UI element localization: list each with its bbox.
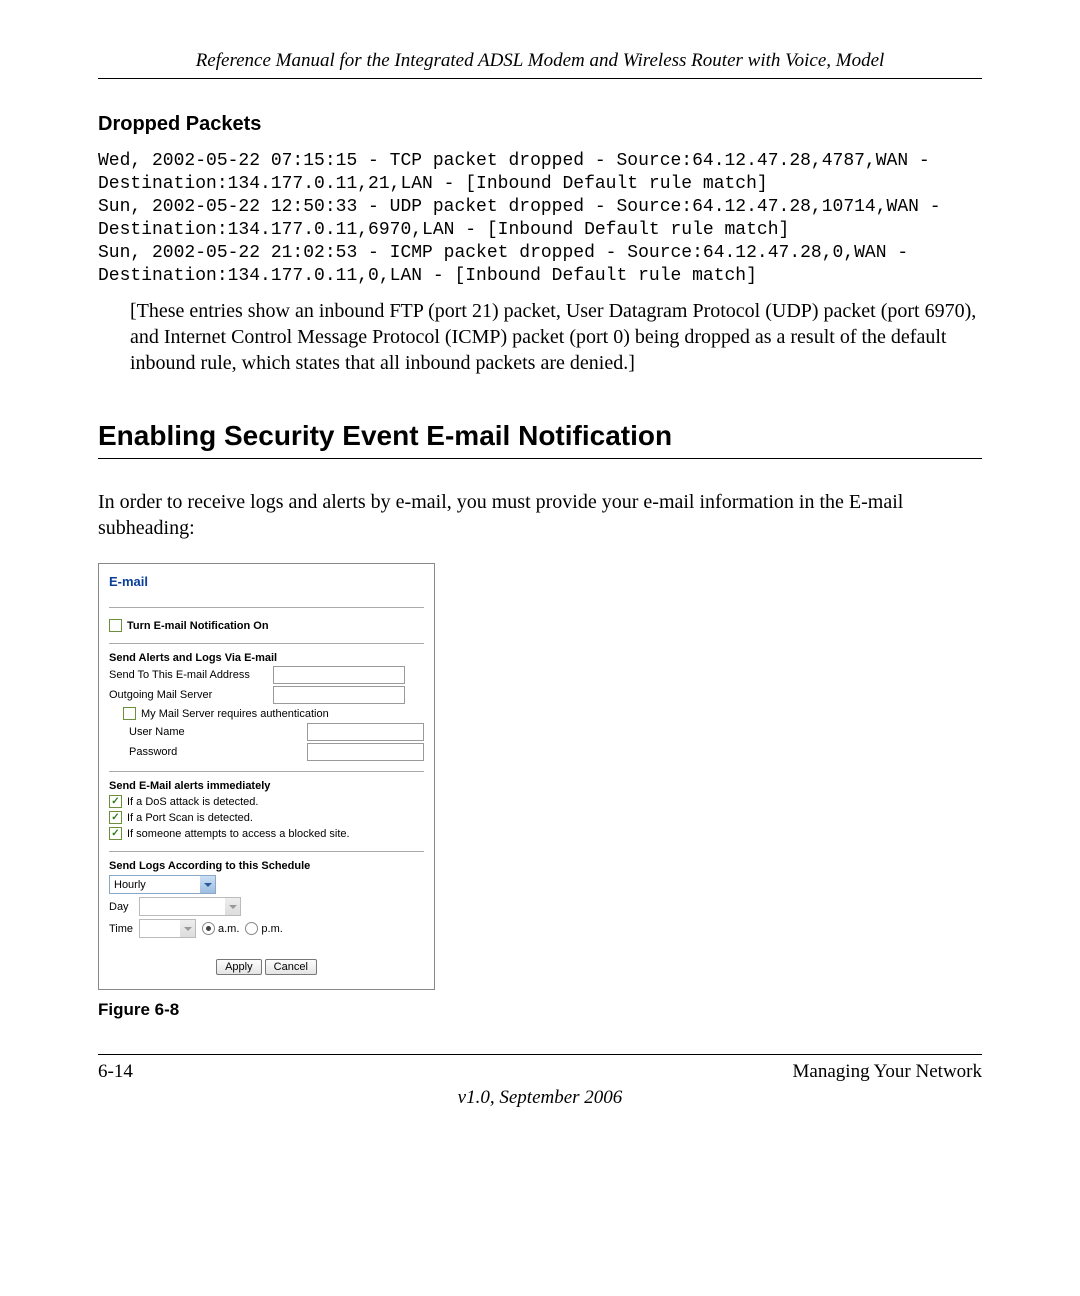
chevron-down-icon [200,876,215,893]
pm-label: p.m. [261,923,282,935]
blocked-site-checkbox[interactable] [109,827,122,840]
send-to-email-input[interactable] [273,666,405,684]
dropped-packets-explanation: [These entries show an inbound FTP (port… [130,298,982,376]
panel-heading-email: E-mail [99,564,434,607]
chevron-down-icon [180,920,195,937]
outgoing-server-input[interactable] [273,686,405,704]
alerts-heading: Send E-Mail alerts immediately [109,780,424,792]
email-settings-panel: E-mail Turn E-mail Notification On Send … [98,563,435,990]
footer-page-number: 6-14 [98,1061,133,1083]
username-label: User Name [129,726,303,738]
outgoing-server-label: Outgoing Mail Server [109,689,269,701]
time-dropdown[interactable] [139,919,196,938]
day-dropdown[interactable] [139,897,241,916]
blocked-site-label: If someone attempts to access a blocked … [127,828,350,840]
section-intro-text: In order to receive logs and alerts by e… [98,489,982,541]
schedule-dropdown[interactable]: Hourly [109,875,216,894]
portscan-label: If a Port Scan is detected. [127,812,253,824]
send-to-label: Send To This E-mail Address [109,669,269,681]
page-footer: 6-14 Managing Your Network v1.0, Septemb… [98,1054,982,1109]
pm-radio[interactable] [245,922,258,935]
dos-label: If a DoS attack is detected. [127,796,258,808]
section-title-email-notification: Enabling Security Event E-mail Notificat… [98,420,982,459]
dropped-packets-log: Wed, 2002-05-22 07:15:15 - TCP packet dr… [98,150,982,288]
username-input[interactable] [307,723,424,741]
turn-email-on-checkbox[interactable] [109,619,122,632]
page-header-title: Reference Manual for the Integrated ADSL… [98,50,982,79]
dos-checkbox[interactable] [109,795,122,808]
dropped-packets-heading: Dropped Packets [98,113,982,136]
auth-required-checkbox[interactable] [123,707,136,720]
am-label: a.m. [218,923,239,935]
time-label: Time [109,923,139,935]
figure-caption: Figure 6-8 [98,1000,982,1020]
chevron-down-icon [225,898,240,915]
footer-version: v1.0, September 2006 [98,1087,982,1109]
send-via-heading: Send Alerts and Logs Via E-mail [109,652,424,664]
apply-button[interactable]: Apply [216,959,262,975]
cancel-button[interactable]: Cancel [265,959,317,975]
password-label: Password [129,746,303,758]
turn-email-on-label: Turn E-mail Notification On [127,620,269,632]
password-input[interactable] [307,743,424,761]
am-radio[interactable] [202,922,215,935]
footer-section-name: Managing Your Network [793,1061,982,1083]
schedule-heading: Send Logs According to this Schedule [109,860,424,872]
auth-required-label: My Mail Server requires authentication [141,708,329,720]
portscan-checkbox[interactable] [109,811,122,824]
schedule-dropdown-value: Hourly [110,879,150,891]
day-label: Day [109,901,139,913]
